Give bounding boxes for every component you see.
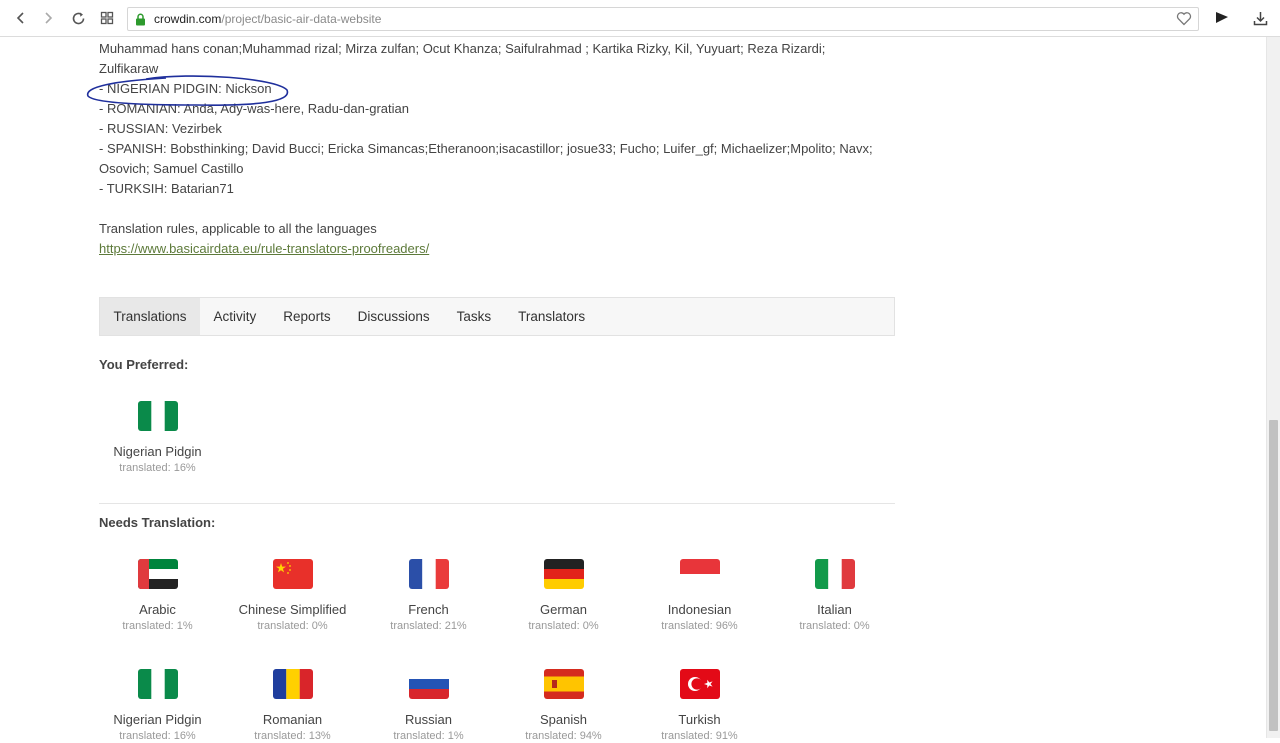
language-progress: translated: 0% xyxy=(528,620,599,632)
nigeria-flag-icon xyxy=(137,669,178,699)
reload-button[interactable] xyxy=(66,6,90,30)
language-tile-turkish[interactable]: Turkish translated: 91% xyxy=(632,669,767,743)
language-tile-chinese-simplified[interactable]: Chinese Simplified translated: 0% xyxy=(225,559,360,633)
url-path: /project/basic-air-data-website xyxy=(221,12,382,26)
china-flag-icon xyxy=(272,559,313,589)
language-progress: translated: 13% xyxy=(254,730,331,742)
section-divider xyxy=(99,503,895,504)
lock-icon xyxy=(135,13,146,26)
language-name: German xyxy=(540,602,587,617)
indonesia-flag-icon xyxy=(679,559,720,589)
language-tile-italian[interactable]: Italian translated: 0% xyxy=(767,559,902,633)
language-name: Nigerian Pidgin xyxy=(113,444,202,459)
credit-line: - NIGERIAN PIDGIN: Nickson xyxy=(99,81,272,96)
rules-link-wrap: https://www.basicairdata.eu/rule-transla… xyxy=(99,239,429,259)
russia-flag-icon xyxy=(408,669,449,699)
language-tile-german[interactable]: German translated: 0% xyxy=(496,559,631,633)
project-tabs: Translations Activity Reports Discussion… xyxy=(99,297,895,336)
flow-button[interactable] xyxy=(1211,7,1233,29)
language-progress: translated: 0% xyxy=(799,620,870,632)
language-tile-romanian[interactable]: Romanian translated: 13% xyxy=(225,669,360,743)
bookmark-heart-icon[interactable] xyxy=(1176,11,1192,29)
tab-tasks[interactable]: Tasks xyxy=(443,298,505,335)
needs-section-title: Needs Translation: xyxy=(99,515,216,530)
language-tile-russian[interactable]: Russian translated: 1% xyxy=(361,669,496,743)
language-tile-arabic[interactable]: Arabic translated: 1% xyxy=(90,559,225,633)
credit-line: Zulfikaraw xyxy=(99,61,159,76)
language-progress: translated: 94% xyxy=(525,730,602,742)
language-progress: translated: 1% xyxy=(122,620,193,632)
language-tile-french[interactable]: French translated: 21% xyxy=(361,559,496,633)
language-name: Arabic xyxy=(139,602,176,617)
language-progress: translated: 96% xyxy=(661,620,738,632)
language-progress: translated: 91% xyxy=(661,730,738,742)
preferred-section-title: You Preferred: xyxy=(99,357,189,372)
tab-reports[interactable]: Reports xyxy=(270,298,344,335)
language-name: Russian xyxy=(405,712,452,727)
romania-flag-icon xyxy=(272,669,313,699)
language-tile-indonesian[interactable]: Indonesian translated: 96% xyxy=(632,559,767,633)
uae-flag-icon xyxy=(137,559,178,589)
grid-icon xyxy=(100,11,114,25)
forward-button[interactable] xyxy=(36,6,60,30)
language-name: Romanian xyxy=(262,712,323,727)
download-icon xyxy=(1253,11,1267,25)
language-name: Indonesian xyxy=(667,602,732,617)
page-scrollbar[interactable] xyxy=(1266,37,1280,738)
language-name: Turkish xyxy=(678,712,721,727)
downloads-button[interactable] xyxy=(1249,7,1271,29)
back-arrow-icon xyxy=(16,12,24,24)
nigeria-flag-icon xyxy=(137,401,178,431)
back-button[interactable] xyxy=(9,6,33,30)
tab-activity[interactable]: Activity xyxy=(200,298,270,335)
language-progress: translated: 0% xyxy=(257,620,328,632)
credit-line: - TURKSIH: Batarian71 xyxy=(99,181,234,196)
rules-text: Translation rules, applicable to all the… xyxy=(99,221,377,236)
credit-line: - ROMANIAN: Anda, Ady-was-here, Radu-dan… xyxy=(99,101,409,116)
rules-link[interactable]: https://www.basicairdata.eu/rule-transla… xyxy=(99,241,429,256)
credit-line: Osovich; Samuel Castillo xyxy=(99,161,244,176)
spain-flag-icon xyxy=(543,669,584,699)
tab-discussions[interactable]: Discussions xyxy=(344,298,443,335)
browser-toolbar: crowdin.com/project/basic-air-data-websi… xyxy=(0,0,1280,37)
language-name: Nigerian Pidgin xyxy=(113,712,202,727)
language-name: Spanish xyxy=(540,712,587,727)
language-name: French xyxy=(408,602,449,617)
address-bar[interactable]: crowdin.com/project/basic-air-data-websi… xyxy=(127,7,1199,31)
reload-icon xyxy=(72,12,84,24)
language-tile-spanish[interactable]: Spanish translated: 94% xyxy=(496,669,631,743)
language-progress: translated: 16% xyxy=(119,730,196,742)
france-flag-icon xyxy=(408,559,449,589)
language-tile-nigerian-pidgin[interactable]: Nigerian Pidgin translated: 16% xyxy=(90,669,225,743)
language-progress: translated: 1% xyxy=(393,730,464,742)
tab-translations[interactable]: Translations xyxy=(100,298,201,335)
language-tile-nigerian-pidgin[interactable]: Nigerian Pidgin translated: 16% xyxy=(90,401,225,475)
credit-line: - SPANISH: Bobsthinking; David Bucci; Er… xyxy=(99,141,873,156)
url-host: crowdin.com xyxy=(154,12,222,26)
tab-translators[interactable]: Translators xyxy=(505,298,599,335)
forward-arrow-icon xyxy=(45,12,53,24)
language-name: Italian xyxy=(817,602,852,617)
turkey-flag-icon xyxy=(679,669,720,699)
language-progress: translated: 16% xyxy=(119,462,196,474)
language-progress: translated: 21% xyxy=(390,620,467,632)
scrollbar-thumb[interactable] xyxy=(1269,420,1278,731)
germany-flag-icon xyxy=(543,559,584,589)
credit-line: Muhammad hans conan;Muhammad rizal; Mirz… xyxy=(99,41,826,56)
speed-dial-button[interactable] xyxy=(95,6,119,30)
language-name: Chinese Simplified xyxy=(238,602,347,617)
credit-line: - RUSSIAN: Vezirbek xyxy=(99,121,222,136)
italy-flag-icon xyxy=(814,559,855,589)
send-flag-icon xyxy=(1216,12,1228,23)
